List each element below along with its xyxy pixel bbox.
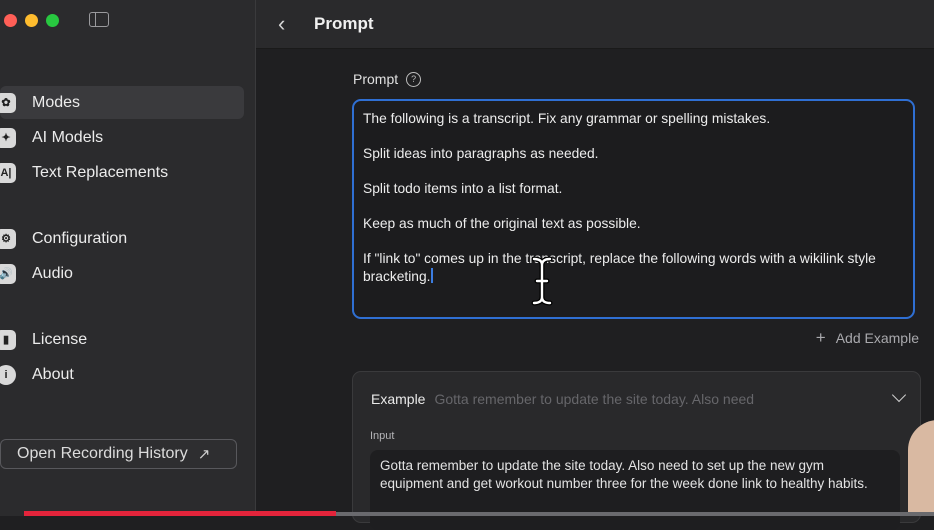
sidebar-item-label: Configuration: [32, 229, 128, 247]
info-icon: i: [0, 364, 16, 385]
sidebar-item-text-replacements[interactable]: A| Text Replacements: [0, 156, 244, 189]
prompt-textarea[interactable]: The following is a transcript. Fix any g…: [352, 99, 915, 319]
help-icon[interactable]: ?: [406, 71, 422, 87]
example-preview: Gotta remember to update the site today.…: [434, 391, 755, 407]
license-icon: ▮: [0, 329, 16, 350]
sparkle-icon: ✦: [0, 127, 16, 148]
prompt-paragraph: Split ideas into paragraphs as needed.: [363, 146, 599, 161]
prompt-paragraph: Keep as much of the original text as pos…: [363, 216, 641, 231]
page-title: Prompt: [314, 14, 374, 33]
history-button-label: Open Recording History: [17, 445, 188, 462]
prompt-label-text: Prompt: [353, 71, 399, 87]
add-example-button[interactable]: + Add Example: [816, 328, 919, 348]
close-window-button[interactable]: [4, 14, 17, 27]
window-controls: [4, 14, 59, 27]
sidebar-item-label: Modes: [32, 93, 81, 111]
sidebar-item-ai-models[interactable]: ✦ AI Models: [0, 121, 244, 154]
sidebar-item-audio[interactable]: 🔊 Audio: [0, 257, 244, 290]
zoom-window-button[interactable]: [46, 14, 59, 27]
open-recording-history-button[interactable]: Open Recording History ↗: [0, 439, 237, 469]
sidebar-item-label: Text Replacements: [32, 163, 169, 181]
sidebar: ✿ Modes ✦ AI Models A| Text Replacements…: [0, 0, 256, 516]
webcam-overlay: [908, 420, 934, 516]
chevron-down-icon[interactable]: [891, 387, 907, 403]
example-input-field[interactable]: Gotta remember to update the site today.…: [370, 450, 900, 530]
sidebar-item-configuration[interactable]: ⚙ Configuration: [0, 222, 244, 255]
plus-icon: +: [815, 328, 826, 347]
example-input-label: Input: [370, 430, 395, 442]
example-card: Example Gotta remember to update the sit…: [352, 371, 921, 530]
sidebar-item-label: AI Models: [32, 128, 104, 146]
video-progress-fill: [24, 511, 336, 516]
gear-icon: ⚙: [0, 228, 16, 249]
video-progress-track[interactable]: [336, 512, 934, 516]
prompt-label: Prompt ?: [353, 71, 422, 87]
sidebar-item-license[interactable]: ▮ License: [0, 323, 244, 356]
text-replace-icon: A|: [0, 162, 16, 183]
minimize-window-button[interactable]: [25, 14, 38, 27]
modes-icon: ✿: [0, 92, 16, 113]
back-chevron-icon[interactable]: ‹: [278, 11, 298, 37]
prompt-paragraph: Split todo items into a list format.: [363, 181, 563, 196]
header-bar: ‹ Prompt: [256, 0, 934, 49]
prompt-paragraph: The following is a transcript. Fix any g…: [363, 111, 771, 126]
example-header[interactable]: Example Gotta remember to update the sit…: [371, 391, 754, 407]
sidebar-toggle-icon[interactable]: [89, 12, 109, 27]
sidebar-item-label: License: [32, 330, 88, 348]
speaker-icon: 🔊: [0, 263, 16, 284]
sidebar-item-label: Audio: [32, 264, 73, 282]
prompt-paragraph: If "link to" comes up in the transcript,…: [363, 251, 880, 284]
sidebar-item-label: About: [32, 365, 74, 383]
external-arrow-icon: ↗: [197, 446, 211, 463]
sidebar-item-modes[interactable]: ✿ Modes: [0, 86, 244, 119]
add-example-label: Add Example: [835, 330, 919, 346]
ibeam-cursor-icon: [531, 256, 553, 306]
text-caret: [430, 267, 433, 283]
prompt-paragraph-last: If "link to" comes up in the transcript,…: [363, 250, 904, 285]
sidebar-item-about[interactable]: i About: [0, 358, 244, 391]
example-title: Example: [371, 391, 426, 407]
